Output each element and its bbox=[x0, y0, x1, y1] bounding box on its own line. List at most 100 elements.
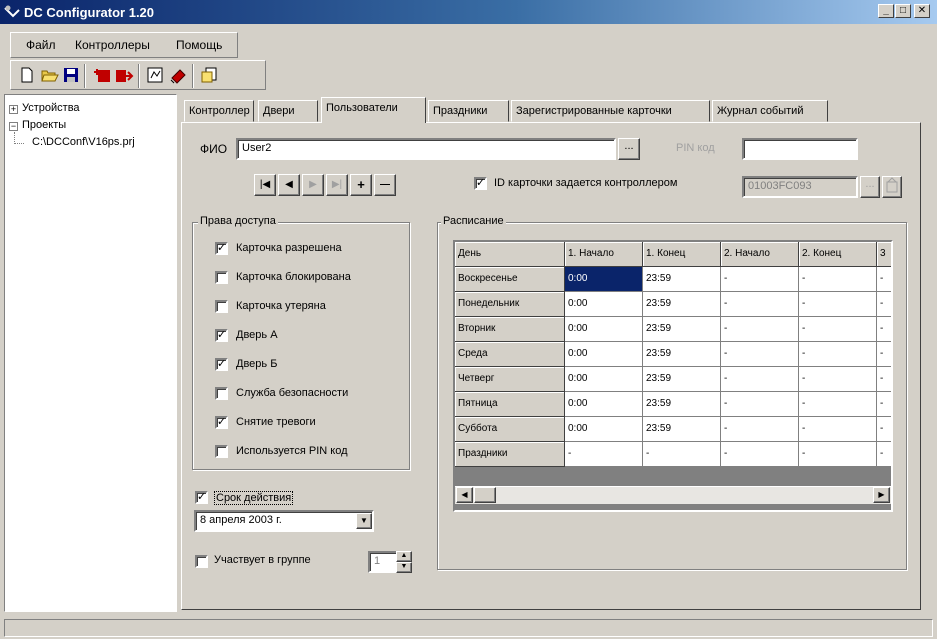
grid-row-header[interactable]: Среда bbox=[455, 342, 565, 367]
grid-cell[interactable]: - bbox=[721, 392, 799, 417]
scroll-thumb[interactable] bbox=[474, 487, 496, 503]
grid-cell[interactable]: - bbox=[721, 367, 799, 392]
grid-cell[interactable]: 0:00 bbox=[565, 317, 643, 342]
spin-down-icon[interactable]: ▼ bbox=[396, 562, 412, 573]
grid-cell[interactable]: - bbox=[877, 392, 891, 417]
grid-header-cell[interactable]: 2. Конец bbox=[799, 242, 877, 267]
eraser-icon[interactable] bbox=[168, 66, 188, 86]
grid-cell[interactable]: - bbox=[877, 417, 891, 442]
access-checkbox[interactable] bbox=[215, 445, 228, 458]
grid-cell[interactable]: - bbox=[721, 342, 799, 367]
group-checkbox[interactable] bbox=[195, 555, 208, 568]
access-checkbox[interactable]: ✓ bbox=[215, 416, 228, 429]
pin-input[interactable] bbox=[742, 138, 858, 160]
next-record-button[interactable]: ▶ bbox=[302, 174, 324, 196]
grid-cell[interactable]: 0:00 bbox=[565, 392, 643, 417]
controller-arrow-icon[interactable] bbox=[114, 66, 134, 86]
tab-controller[interactable]: Контроллер bbox=[184, 100, 254, 122]
grid-cell[interactable]: - bbox=[565, 442, 643, 467]
grid-header-cell[interactable]: 1. Начало bbox=[565, 242, 643, 267]
grid-cell[interactable]: 0:00 bbox=[565, 292, 643, 317]
tab-users[interactable]: Пользователи bbox=[321, 97, 426, 123]
grid-cell[interactable]: - bbox=[799, 367, 877, 392]
grid-header-cell[interactable]: 2. Начало bbox=[721, 242, 799, 267]
scroll-left-icon[interactable]: ◀ bbox=[456, 487, 473, 503]
grid-cell[interactable]: - bbox=[877, 267, 891, 292]
tree-item-devices[interactable]: Устройства bbox=[22, 102, 80, 114]
grid-cell[interactable]: - bbox=[799, 317, 877, 342]
menu-file[interactable]: Файл bbox=[26, 38, 56, 52]
tree-item-projects[interactable]: Проекты bbox=[22, 119, 66, 131]
grid-row-header[interactable]: Вторник bbox=[455, 317, 565, 342]
grid-cell[interactable]: 0:00 bbox=[565, 367, 643, 392]
prev-record-button[interactable]: ◀ bbox=[278, 174, 300, 196]
report-icon[interactable] bbox=[146, 66, 166, 86]
tab-holidays[interactable]: Праздники bbox=[428, 100, 509, 122]
fio-input[interactable]: User2 bbox=[236, 138, 616, 160]
save-icon[interactable] bbox=[62, 66, 82, 86]
menu-help[interactable]: Помощь bbox=[176, 38, 222, 52]
access-checkbox[interactable]: ✓ bbox=[215, 358, 228, 371]
grid-header-cell[interactable]: 1. Конец bbox=[643, 242, 721, 267]
grid-cell[interactable]: 0:00 bbox=[565, 267, 643, 292]
card-id-input[interactable]: 01003FC093 bbox=[742, 176, 858, 198]
collapse-icon[interactable]: − bbox=[9, 122, 18, 131]
chevron-down-icon[interactable]: ▼ bbox=[356, 513, 372, 529]
last-record-button[interactable]: ▶| bbox=[326, 174, 348, 196]
horizontal-scrollbar[interactable] bbox=[455, 486, 891, 504]
grid-cell[interactable]: 23:59 bbox=[643, 417, 721, 442]
grid-cell[interactable]: - bbox=[799, 342, 877, 367]
add-record-button[interactable]: + bbox=[350, 174, 372, 196]
grid-cell[interactable]: - bbox=[721, 417, 799, 442]
grid-cell[interactable]: - bbox=[643, 442, 721, 467]
menu-controllers[interactable]: Контроллеры bbox=[75, 38, 150, 52]
id-by-controller-checkbox[interactable]: ✓ bbox=[474, 177, 487, 190]
access-checkbox[interactable] bbox=[215, 387, 228, 400]
close-button[interactable]: ✕ bbox=[914, 4, 930, 18]
first-record-button[interactable]: |◀ bbox=[254, 174, 276, 196]
spin-up-icon[interactable]: ▲ bbox=[396, 551, 412, 562]
tab-event-log[interactable]: Журнал событий bbox=[712, 100, 828, 122]
grid-cell[interactable]: 0:00 bbox=[565, 342, 643, 367]
grid-row-header[interactable]: Воскресенье bbox=[455, 267, 565, 292]
tab-registered-cards[interactable]: Зарегистрированные карточки bbox=[511, 100, 710, 122]
grid-row-header[interactable]: Четверг bbox=[455, 367, 565, 392]
project-tree[interactable] bbox=[4, 94, 177, 612]
grid-cell[interactable]: - bbox=[799, 442, 877, 467]
tree-item-project-file[interactable]: C:\DCConf\V16ps.prj bbox=[32, 136, 135, 148]
grid-row-header[interactable]: Пятница bbox=[455, 392, 565, 417]
grid-cell[interactable]: - bbox=[877, 367, 891, 392]
grid-cell[interactable]: - bbox=[799, 392, 877, 417]
access-checkbox[interactable] bbox=[215, 300, 228, 313]
grid-row-header[interactable]: Праздники bbox=[455, 442, 565, 467]
card-reader-icon[interactable] bbox=[882, 176, 902, 198]
grid-cell[interactable]: - bbox=[877, 292, 891, 317]
minimize-button[interactable]: _ bbox=[878, 4, 894, 18]
add-controller-icon[interactable] bbox=[92, 66, 112, 86]
open-folder-icon[interactable] bbox=[40, 66, 60, 86]
grid-cell[interactable]: - bbox=[799, 292, 877, 317]
grid-cell[interactable]: - bbox=[877, 342, 891, 367]
grid-cell[interactable]: - bbox=[799, 267, 877, 292]
grid-cell[interactable]: - bbox=[721, 317, 799, 342]
scroll-right-icon[interactable]: ▶ bbox=[873, 487, 890, 503]
grid-cell[interactable]: - bbox=[877, 442, 891, 467]
sync-icon[interactable] bbox=[200, 66, 220, 86]
access-checkbox[interactable]: ✓ bbox=[215, 329, 228, 342]
grid-cell[interactable]: 0:00 bbox=[565, 417, 643, 442]
grid-row-header[interactable]: Суббота bbox=[455, 417, 565, 442]
access-checkbox[interactable] bbox=[215, 271, 228, 284]
fio-browse-button[interactable]: ... bbox=[618, 138, 640, 160]
grid-cell[interactable]: - bbox=[721, 442, 799, 467]
grid-cell[interactable]: 23:59 bbox=[643, 317, 721, 342]
grid-cell[interactable]: - bbox=[721, 292, 799, 317]
grid-cell[interactable]: 23:59 bbox=[643, 392, 721, 417]
grid-cell[interactable]: 23:59 bbox=[643, 367, 721, 392]
schedule-grid[interactable]: День 1. Начало 1. Конец 2. Начало 2. Конец 3 В… bbox=[453, 240, 893, 512]
validity-checkbox[interactable]: ✓ bbox=[195, 491, 208, 504]
grid-header-cell[interactable]: 3 bbox=[877, 242, 891, 267]
card-id-browse-button[interactable]: ... bbox=[860, 176, 880, 198]
delete-record-button[interactable]: — bbox=[374, 174, 396, 196]
maximize-button[interactable]: □ bbox=[895, 4, 911, 18]
grid-cell[interactable]: 23:59 bbox=[643, 292, 721, 317]
